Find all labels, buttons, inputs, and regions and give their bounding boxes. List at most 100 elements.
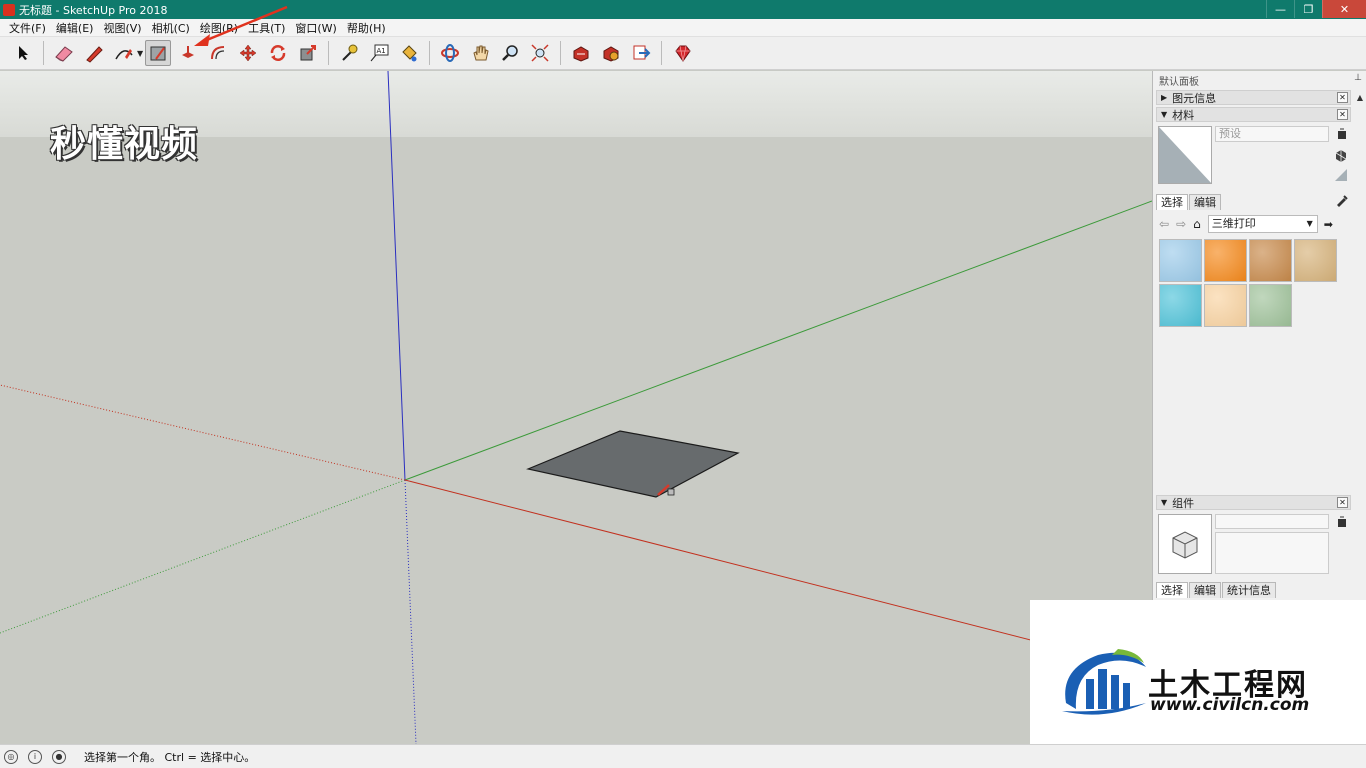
model-material-icon[interactable]: [1335, 127, 1349, 141]
component-name-field[interactable]: [1215, 514, 1329, 529]
3d-warehouse-button[interactable]: [568, 40, 594, 66]
scale-icon: [300, 45, 317, 61]
home-icon[interactable]: ⌂: [1193, 217, 1201, 231]
menu-help[interactable]: 帮助(H): [342, 20, 391, 36]
components-label: 组件: [1172, 496, 1195, 510]
extension-icon: [603, 46, 619, 62]
default-material-icon[interactable]: [1334, 168, 1348, 182]
tape-measure-tool-button[interactable]: [336, 40, 362, 66]
pan-tool-button[interactable]: [467, 40, 493, 66]
paint-bucket-tool-button[interactable]: [396, 40, 422, 66]
component-description-field[interactable]: [1215, 532, 1329, 574]
material-swatch[interactable]: [1294, 239, 1337, 282]
menu-file[interactable]: 文件(F): [4, 20, 51, 36]
info-icon[interactable]: i: [28, 749, 42, 764]
ruby-console-button[interactable]: [669, 40, 695, 66]
green-axis-negative: [0, 479, 406, 634]
line-tool-button[interactable]: [81, 40, 107, 66]
pin-icon[interactable]: ⊥: [1354, 73, 1362, 83]
window-controls: — ❐ ✕: [1266, 0, 1366, 19]
geo-location-icon[interactable]: ◎: [4, 749, 18, 764]
tab-statistics[interactable]: 统计信息: [1222, 582, 1276, 598]
user-account-icon[interactable]: ●: [52, 749, 66, 764]
zoom-extents-tool-button[interactable]: [527, 40, 553, 66]
minimize-button[interactable]: —: [1266, 0, 1294, 18]
text-icon: A1: [370, 44, 389, 62]
menu-window[interactable]: 窗口(W): [290, 20, 341, 36]
material-swatch[interactable]: [1159, 239, 1202, 282]
green-axis: [404, 200, 1152, 481]
back-arrow-icon[interactable]: ⇦: [1159, 217, 1169, 231]
rectangle-face[interactable]: [526, 430, 740, 498]
create-material-icon[interactable]: [1334, 148, 1348, 162]
text-tool-button[interactable]: A1: [366, 40, 392, 66]
close-icon[interactable]: ✕: [1337, 92, 1348, 103]
annotation-arrow-icon: [194, 5, 288, 46]
collapse-arrow-icon: ▼: [1161, 110, 1168, 119]
site-logo-overlay: 土木工程网 www.civilcn.com: [1030, 600, 1366, 744]
zoom-tool-button[interactable]: [497, 40, 523, 66]
close-icon[interactable]: ✕: [1337, 497, 1348, 508]
toolbar-separator: [328, 41, 330, 65]
sketchup-app-icon: [3, 3, 15, 16]
svg-text:A1: A1: [377, 47, 386, 55]
close-icon[interactable]: ✕: [1337, 109, 1348, 120]
tab-select[interactable]: 选择: [1156, 582, 1188, 598]
component-preview: [1158, 514, 1212, 574]
eraser-icon: [55, 46, 73, 62]
tab-edit[interactable]: 编辑: [1189, 582, 1221, 598]
material-swatch-grid: [1159, 239, 1343, 329]
scene-canvas[interactable]: [0, 71, 1152, 744]
eraser-tool-button[interactable]: [51, 40, 77, 66]
expand-arrow-icon: ▶: [1161, 93, 1168, 102]
material-preview: [1158, 126, 1212, 184]
orbit-tool-button[interactable]: [437, 40, 463, 66]
logo-site-url: www.civilcn.com: [1150, 695, 1310, 715]
material-swatch[interactable]: [1204, 284, 1247, 327]
material-swatch[interactable]: [1204, 239, 1247, 282]
warehouse-icon: [573, 46, 589, 62]
arc-icon: [115, 49, 133, 60]
menu-edit[interactable]: 编辑(E): [51, 20, 99, 36]
materials-tabs: 选择 编辑: [1156, 194, 1222, 210]
arc-tool-button[interactable]: [111, 40, 137, 66]
material-library-select[interactable]: 三维打印 ▼: [1207, 215, 1318, 233]
material-name-field[interactable]: 预设: [1215, 126, 1329, 142]
toolbar-separator: [429, 41, 431, 65]
status-message: 选择第一个角。 Ctrl = 选择中心。: [84, 750, 256, 764]
toolbar-separator: [43, 41, 44, 65]
scale-tool-button[interactable]: [295, 40, 321, 66]
menu-view[interactable]: 视图(V): [98, 20, 146, 36]
eyedropper-icon[interactable]: [1335, 193, 1349, 207]
pencil-line-icon: [86, 46, 103, 63]
tab-select[interactable]: 选择: [1156, 194, 1188, 210]
materials-label: 材料: [1172, 108, 1195, 122]
ruby-icon: [675, 45, 691, 62]
tab-edit[interactable]: 编辑: [1189, 194, 1221, 210]
close-button[interactable]: ✕: [1322, 0, 1366, 18]
material-swatch[interactable]: [1249, 239, 1292, 282]
extension-warehouse-button[interactable]: [598, 40, 624, 66]
window-title: 无标题 - SketchUp Pro 2018: [19, 3, 168, 17]
material-swatch[interactable]: [1249, 284, 1292, 327]
send-to-layout-button[interactable]: [628, 40, 654, 66]
scroll-up-icon[interactable]: ▲: [1357, 93, 1363, 102]
blue-axis-negative: [404, 479, 417, 744]
select-tool-button[interactable]: [10, 40, 36, 66]
civilcn-logo-icon: [1062, 649, 1146, 715]
toolbar-separator: [661, 41, 663, 65]
restore-button[interactable]: ❐: [1294, 0, 1322, 18]
rectangle-tool-button[interactable]: [145, 40, 172, 66]
materials-header[interactable]: ▼ 材料 ✕: [1156, 107, 1351, 122]
model-component-icon[interactable]: [1335, 515, 1349, 529]
entity-info-header[interactable]: ▶ 图元信息 ✕: [1156, 90, 1351, 105]
details-arrow-icon[interactable]: ➡: [1324, 218, 1333, 231]
forward-arrow-icon[interactable]: ⇨: [1176, 217, 1186, 231]
arc-dropdown-arrow-icon[interactable]: ▼: [137, 49, 143, 58]
tray-title: 默认面板: [1159, 77, 1199, 88]
components-header[interactable]: ▼ 组件 ✕: [1156, 495, 1351, 510]
material-swatch[interactable]: [1159, 284, 1202, 327]
collapse-arrow-icon: ▼: [1161, 498, 1168, 507]
status-bar: ◎ i ● 选择第一个角。 Ctrl = 选择中心。: [0, 744, 1366, 768]
modeling-viewport[interactable]: 秒懂视频: [0, 71, 1152, 744]
